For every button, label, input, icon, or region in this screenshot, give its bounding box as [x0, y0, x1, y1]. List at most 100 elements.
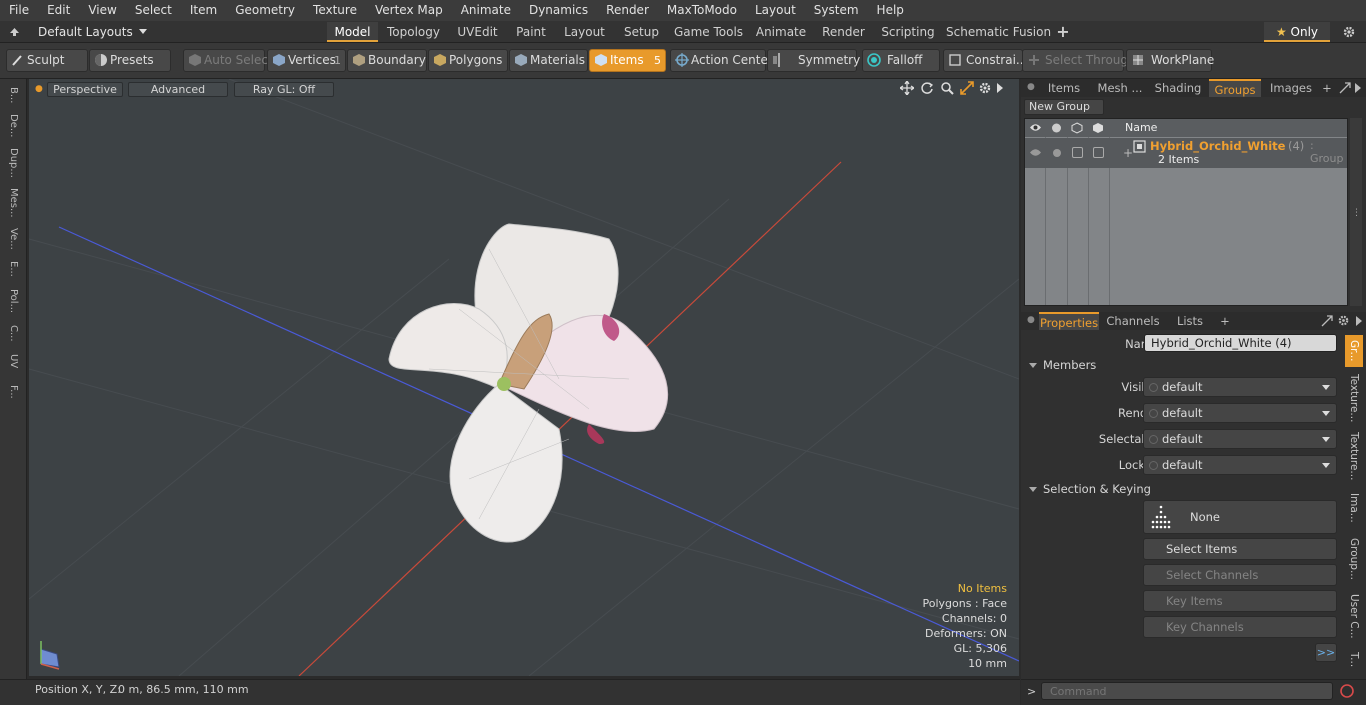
zoom-icon[interactable]	[940, 81, 954, 95]
row-render-icon[interactable]	[1051, 147, 1063, 158]
more-button[interactable]: >>	[1315, 643, 1337, 662]
menu-geometry[interactable]: Geometry	[226, 0, 304, 21]
3d-viewport[interactable]: ● Perspective Advanced Ray GL: Off No It…	[29, 79, 1019, 676]
arrow-right-icon[interactable]	[1355, 83, 1361, 93]
left-tab-edge[interactable]: E...	[3, 257, 23, 281]
tab-lists[interactable]: Lists	[1166, 312, 1214, 330]
row-lock-checkbox[interactable]	[1072, 147, 1083, 158]
orchid-model[interactable]	[388, 223, 669, 543]
sculpt-button[interactable]: Sculpt	[6, 49, 88, 72]
selection-keying-section[interactable]: Selection & Keying	[1029, 482, 1151, 496]
tab-layout[interactable]: Layout	[557, 22, 612, 42]
left-tab-deform[interactable]: De...	[3, 111, 23, 141]
side-tab-group-2[interactable]: Group...	[1345, 533, 1363, 585]
record-icon[interactable]	[1339, 683, 1355, 699]
left-tab-curve[interactable]: C...	[3, 321, 23, 345]
render-dropdown[interactable]: default	[1143, 403, 1337, 423]
auto-select-button[interactable]: Auto Select	[183, 49, 273, 72]
side-tab-texture-2[interactable]: Texture...	[1345, 429, 1363, 483]
new-group-button[interactable]: New Group	[1024, 99, 1104, 115]
side-tab-group[interactable]: Gr...	[1345, 335, 1363, 367]
polygons-button[interactable]: Polygons	[428, 49, 508, 72]
items-button[interactable]: Items 5	[589, 49, 666, 72]
vertices-button[interactable]: Vertices 1	[267, 49, 346, 72]
add-tab-button[interactable]: +	[1052, 22, 1074, 42]
tab-render[interactable]: Render	[817, 22, 870, 42]
symmetry-button[interactable]: Symmetry	[767, 49, 860, 72]
only-toggle[interactable]: ★ Only	[1264, 22, 1330, 42]
properties-add-tab-button[interactable]: +	[1219, 312, 1231, 330]
tab-uvedit[interactable]: UVEdit	[450, 22, 505, 42]
tab-channels[interactable]: Channels	[1104, 312, 1162, 330]
tab-shading[interactable]: Shading	[1151, 79, 1205, 97]
panel-dot-icon[interactable]: ●	[1027, 82, 1035, 92]
tab-items[interactable]: Items	[1039, 79, 1089, 97]
materials-button[interactable]: Materials	[509, 49, 588, 72]
menu-view[interactable]: View	[79, 0, 125, 21]
command-input[interactable]	[1041, 682, 1333, 700]
tab-scripting[interactable]: Scripting	[876, 22, 940, 42]
properties-arrow-icon[interactable]	[1356, 316, 1362, 326]
tab-paint[interactable]: Paint	[510, 22, 552, 42]
menu-texture[interactable]: Texture	[304, 0, 366, 21]
left-tab-polygon[interactable]: Pol...	[3, 285, 23, 317]
row-expand-icon[interactable]: +	[1123, 146, 1133, 160]
layout-selector[interactable]: Default Layouts	[32, 23, 153, 41]
menu-help[interactable]: Help	[868, 0, 913, 21]
tab-topology[interactable]: Topology	[383, 22, 444, 42]
selectable-dropdown[interactable]: default	[1143, 429, 1337, 449]
view-mode-button[interactable]: Perspective	[47, 82, 123, 97]
menu-select[interactable]: Select	[126, 0, 181, 21]
row-select-checkbox[interactable]	[1093, 147, 1104, 158]
boundary-button[interactable]: Boundary	[347, 49, 427, 72]
key-items-button[interactable]: Key Items	[1143, 590, 1337, 612]
falloff-button[interactable]: Falloff	[862, 49, 940, 72]
menu-system[interactable]: System	[805, 0, 868, 21]
menu-layout[interactable]: Layout	[746, 0, 805, 21]
left-tab-basic[interactable]: B...	[3, 83, 23, 107]
menu-render[interactable]: Render	[597, 0, 658, 21]
table-row[interactable]: + Hybrid_Orchid_White (4) : Group 2 Item…	[1025, 138, 1347, 168]
side-tab-image[interactable]: Ima...	[1345, 487, 1363, 529]
select-channels-button[interactable]: Select Channels	[1143, 564, 1337, 586]
presets-button[interactable]: Presets	[89, 49, 171, 72]
tab-mesh[interactable]: Mesh ...	[1091, 79, 1149, 97]
side-tab-user-channels[interactable]: User C...	[1345, 589, 1363, 643]
menu-maxtomodo[interactable]: MaxToModo	[658, 0, 746, 21]
tab-schematic-fusion[interactable]: Schematic Fusion	[946, 22, 1051, 42]
select-items-button[interactable]: Select Items	[1143, 538, 1337, 560]
left-tab-vertex[interactable]: Ve...	[3, 225, 23, 253]
tab-images[interactable]: Images	[1265, 79, 1317, 97]
side-tab-texture-1[interactable]: Texture...	[1345, 371, 1363, 425]
gear-icon[interactable]	[1342, 25, 1356, 39]
pan-icon[interactable]	[900, 81, 914, 95]
constraints-button[interactable]: Constrai...	[943, 49, 1027, 72]
play-arrow-icon[interactable]	[996, 83, 1004, 93]
menu-animate[interactable]: Animate	[452, 0, 520, 21]
render-icon[interactable]	[1050, 122, 1063, 133]
group-list-scrollbar[interactable]: ⋮	[1350, 118, 1362, 306]
side-tab-t[interactable]: T...	[1345, 647, 1363, 673]
properties-dot-icon[interactable]: ●	[1027, 315, 1035, 325]
raygl-button[interactable]: Ray GL: Off	[234, 82, 334, 97]
locked-dropdown[interactable]: default	[1143, 455, 1337, 475]
none-button[interactable]: None	[1143, 500, 1337, 534]
rotate-icon[interactable]	[920, 81, 934, 95]
menu-dynamics[interactable]: Dynamics	[520, 0, 597, 21]
row-eye-icon[interactable]	[1029, 147, 1042, 158]
shading-button[interactable]: Advanced	[128, 82, 228, 97]
tab-setup[interactable]: Setup	[618, 22, 665, 42]
viewport-settings-gear-icon[interactable]	[978, 81, 992, 95]
workplane-button[interactable]: WorkPlane	[1126, 49, 1214, 72]
members-section[interactable]: Members	[1029, 358, 1096, 372]
viewport-menu-dot-icon[interactable]: ●	[35, 84, 43, 94]
properties-expand-icon[interactable]	[1321, 315, 1333, 327]
up-arrow-icon[interactable]	[9, 27, 20, 37]
visible-dropdown[interactable]: default	[1143, 377, 1337, 397]
left-tab-duplicate[interactable]: Dup...	[3, 145, 23, 181]
menu-edit[interactable]: Edit	[38, 0, 79, 21]
tab-groups[interactable]: Groups	[1209, 79, 1261, 97]
left-tab-uv[interactable]: UV	[3, 349, 23, 373]
properties-gear-icon[interactable]	[1337, 314, 1350, 327]
menu-file[interactable]: File	[0, 0, 38, 21]
